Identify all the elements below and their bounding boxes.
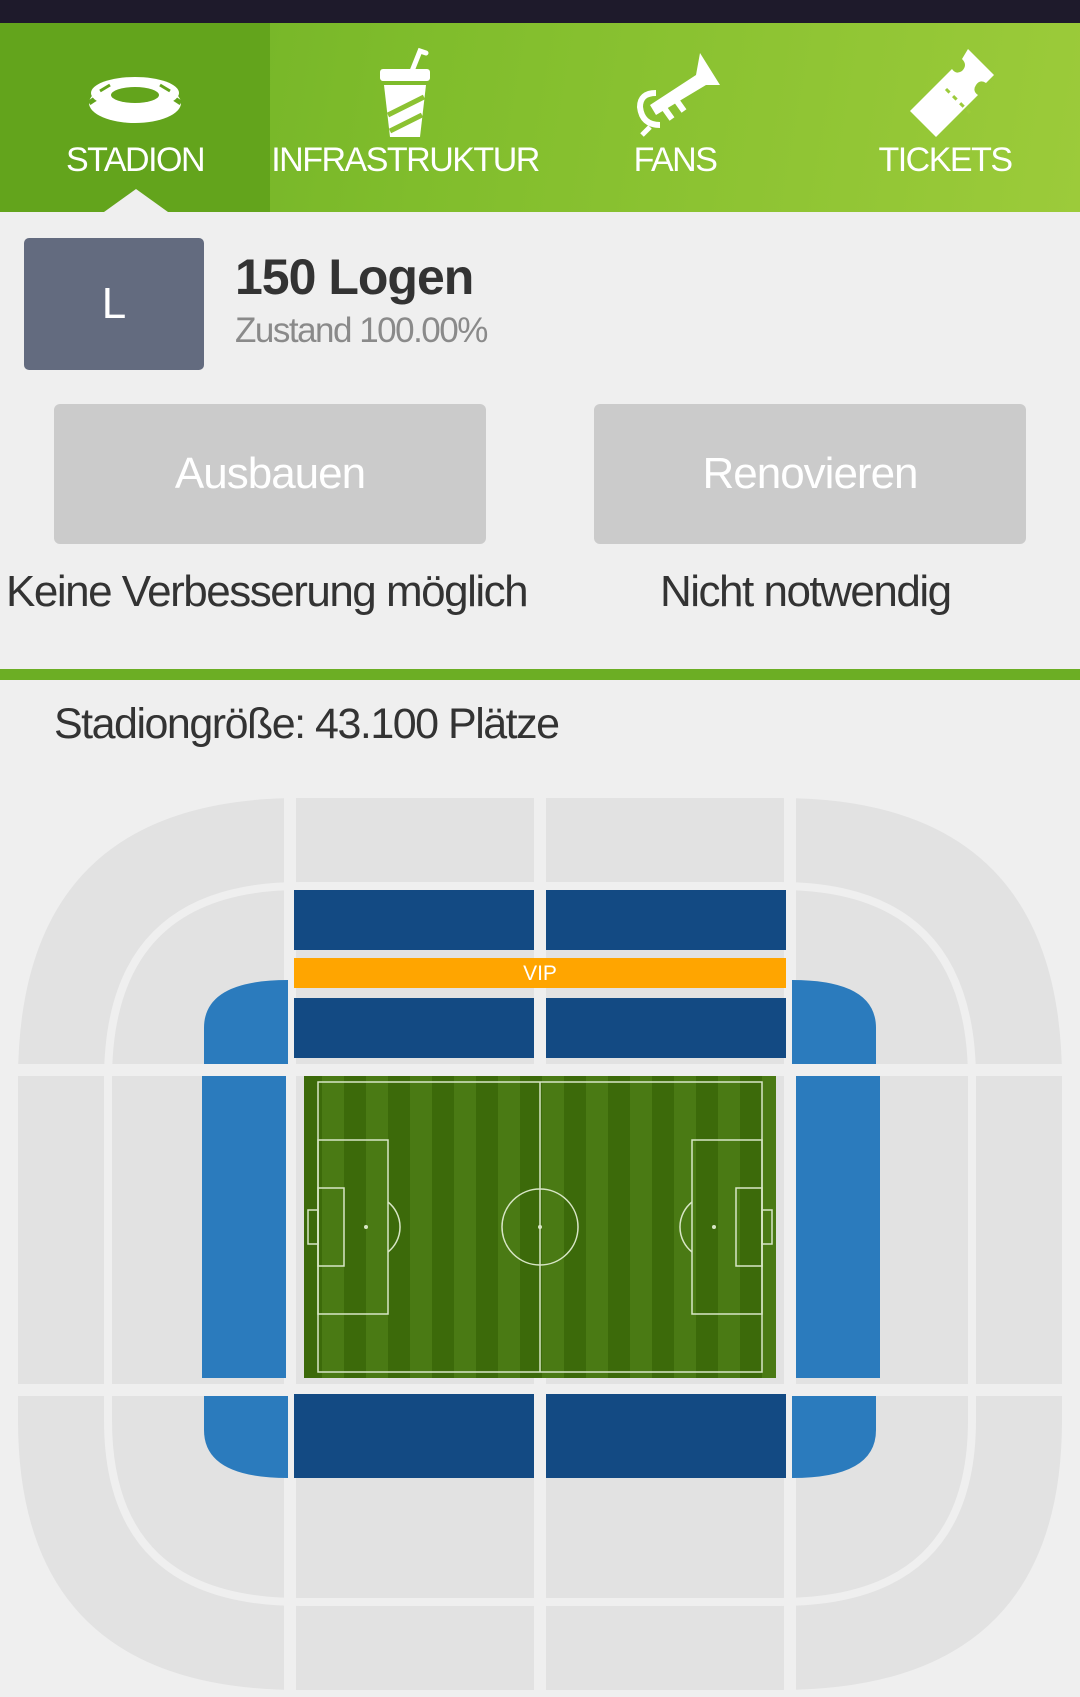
tab-label: STADION <box>65 141 206 179</box>
tab-tickets[interactable]: TICKETS <box>810 23 1080 212</box>
top-lower-left-section <box>294 998 534 1058</box>
status-bar <box>0 0 1080 23</box>
ticket-icon <box>910 49 994 137</box>
tab-bar: STADION INFRASTRUKTUR FANS TICKETS <box>0 23 1080 212</box>
bottom-right-section <box>546 1394 786 1478</box>
top-lower-right-section <box>546 998 786 1058</box>
trumpet-icon <box>636 53 720 137</box>
stadium-size-text: Stadiongröße: 43.100 Plätze <box>54 700 560 748</box>
item-condition: Zustand 100.00% <box>235 311 488 350</box>
stadium-icon <box>87 77 183 123</box>
tab-label: FANS <box>633 141 718 179</box>
top-upper-right-section <box>546 890 786 950</box>
side-section-right <box>796 1076 880 1378</box>
section-divider <box>0 669 1080 680</box>
item-badge: L <box>24 238 204 370</box>
football-pitch <box>304 1076 776 1378</box>
bottom-left-section <box>294 1394 534 1478</box>
tab-infrastruktur[interactable]: INFRASTRUKTUR <box>270 23 540 212</box>
tab-label: INFRASTRUKTUR <box>271 141 540 179</box>
vip-label: VIP <box>523 962 557 985</box>
stadium-map: VIP <box>0 790 1080 1697</box>
tab-fans[interactable]: FANS <box>540 23 810 212</box>
upgrade-note: Keine Verbesserung möglich <box>6 567 529 616</box>
renovate-button[interactable]: Renovieren <box>594 404 1026 544</box>
side-section-left <box>202 1076 286 1378</box>
item-title: 150 Logen <box>235 249 474 305</box>
active-tab-indicator <box>104 189 168 212</box>
top-upper-left-section <box>294 890 534 950</box>
tab-stadion[interactable]: STADION <box>0 23 270 212</box>
upgrade-button[interactable]: Ausbauen <box>54 404 486 544</box>
tab-label: TICKETS <box>878 141 1013 179</box>
renovate-note: Nicht notwendig <box>660 567 952 616</box>
drink-cup-icon <box>380 47 430 137</box>
